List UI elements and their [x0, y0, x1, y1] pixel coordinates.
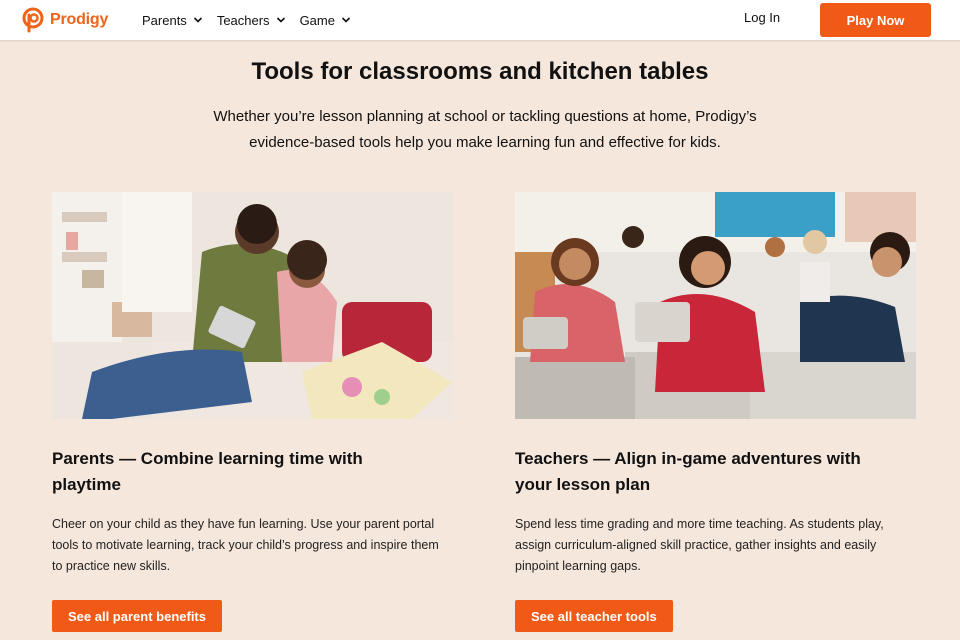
prodigy-logo-icon [22, 7, 44, 33]
parents-card-title: Parents — Combine learning time with pla… [52, 449, 363, 494]
login-link[interactable]: Log In [744, 10, 780, 25]
parents-card: Parents — Combine learning time with pla… [52, 192, 453, 632]
nav-item-label: Teachers [216, 12, 270, 28]
nav-item-teachers[interactable]: Teachers [217, 13, 286, 28]
classroom-teacher-image [515, 192, 916, 419]
nav-item-game[interactable]: Game [300, 13, 351, 28]
see-teacher-tools-button[interactable]: See all teacher tools [515, 600, 673, 632]
prodigy-logo[interactable]: Prodigy [20, 6, 108, 34]
chevron-down-icon [276, 17, 285, 23]
main-nav: Parents Teachers Game [142, 0, 351, 40]
see-parent-benefits-button[interactable]: See all parent benefits [52, 600, 222, 632]
section-title: Tools for classrooms and kitchen tables [251, 58, 709, 85]
parents-card-body: Cheer on your child as they have fun lea… [52, 517, 439, 573]
nav-item-label: Parents [142, 12, 187, 28]
site-header: Prodigy Parents Teachers Game Log In Pla… [0, 0, 960, 40]
teachers-card: Teachers — Align in-game adventures with… [515, 192, 916, 632]
teachers-card-title: Teachers — Align in-game adventures with… [515, 449, 861, 494]
chevron-down-icon [193, 17, 202, 23]
parent-child-tablet-image [52, 192, 453, 419]
brand-name: Prodigy [50, 11, 109, 28]
chevron-down-icon [341, 17, 351, 23]
section-intro: Whether you’re lesson planning at school… [213, 108, 757, 151]
nav-item-label: Game [299, 12, 335, 28]
teachers-card-body: Spend less time grading and more time te… [515, 517, 884, 573]
nav-item-parents[interactable]: Parents [142, 13, 203, 28]
play-now-button[interactable]: Play Now [820, 3, 931, 37]
